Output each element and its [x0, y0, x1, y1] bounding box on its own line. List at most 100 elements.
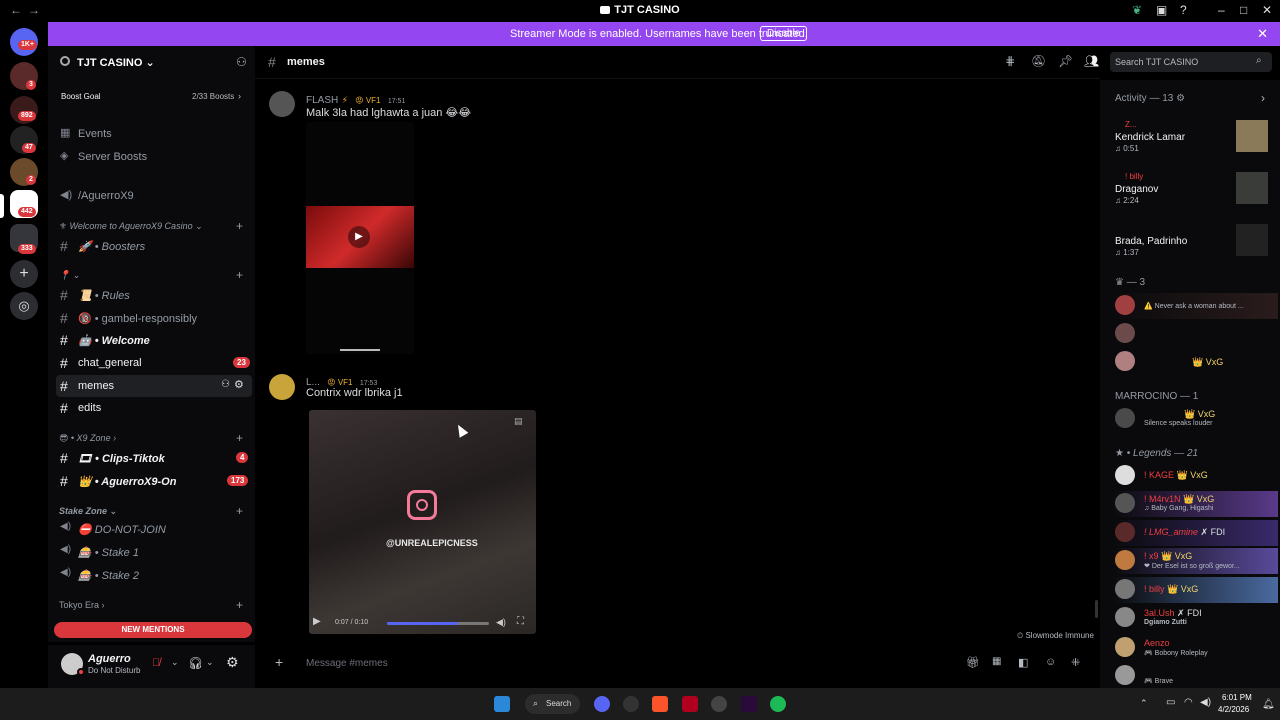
close-window-icon[interactable]: ✕	[1262, 3, 1272, 17]
category-tokyo-era[interactable]: Tokyo Era ›	[59, 600, 105, 610]
inbox-icon[interactable]: ▣	[1156, 3, 1167, 17]
activity-card[interactable]: ! billy Draganov ♫ 2:24	[1115, 170, 1280, 206]
add-attachment-icon[interactable]: +	[275, 654, 283, 670]
video-attachment[interactable]: ▶	[306, 122, 414, 354]
settings-gear-icon[interactable]: ⚙	[226, 654, 239, 671]
discover-icon[interactable]: ◎	[10, 292, 38, 320]
network-icon[interactable]: ▭	[1166, 697, 1175, 708]
member-row[interactable]: 3al.Ush ✗ FDI Dgiamo Zutti	[1112, 605, 1278, 631]
help-icon[interactable]: ?	[1180, 3, 1187, 17]
member-row[interactable]	[1112, 321, 1278, 347]
chevron-right-icon[interactable]: ›	[1261, 91, 1265, 105]
message-scrollbar[interactable]	[1095, 600, 1098, 618]
voice-channel-do-not-join[interactable]: ◀) ⛔ DO-NOT-JOIN	[56, 518, 252, 540]
clock-date[interactable]: 4/2/2026	[1218, 705, 1249, 714]
play-icon[interactable]: ▶	[313, 616, 321, 627]
notification-bell-icon[interactable]: 🔔︎	[1262, 699, 1275, 710]
add-channel-icon[interactable]: +	[236, 504, 243, 518]
member-row[interactable]: ! billy 👑 VxG	[1112, 577, 1278, 603]
category-welcome[interactable]: ⚜ Welcome to AguerroX9 Casino ⌄	[59, 221, 203, 232]
search-bar[interactable]: Search TJT CASINO ⌕	[1110, 52, 1272, 72]
member-row[interactable]: 👑 VxG Silence speaks louder	[1112, 406, 1278, 432]
spotify-icon[interactable]	[770, 696, 786, 712]
channel-rules[interactable]: # 📜 • Rules	[56, 284, 252, 306]
chevron-down-icon[interactable]: ⌄	[206, 657, 214, 668]
sidebar-item-events[interactable]: ▦ Events	[56, 123, 252, 145]
voice-channel-aguerrox9[interactable]: ◀)/AguerroX9	[56, 185, 252, 207]
pin-icon[interactable]: 📌︎	[1058, 54, 1073, 68]
add-channel-icon[interactable]: +	[236, 219, 243, 233]
invite-icon[interactable]: ⚇	[221, 379, 230, 390]
member-row[interactable]: 👑 VxG	[1112, 349, 1278, 375]
avatar[interactable]	[269, 91, 295, 117]
message-input[interactable]: Message #memes	[306, 658, 388, 669]
search-input[interactable]: Search TJT CASINO	[1115, 57, 1198, 67]
add-server-icon[interactable]: +	[10, 260, 38, 288]
play-icon[interactable]: ▶	[348, 226, 370, 248]
headphones-icon[interactable]: 🎧︎	[188, 656, 203, 670]
message-author[interactable]: FLASH	[306, 95, 338, 106]
activity-card[interactable]: Z... Kendrick Lamar ♫ 0:51	[1115, 118, 1280, 154]
boost-goal[interactable]: Boost Goal 2/33 Boosts ›	[56, 86, 248, 110]
gear-icon[interactable]: ⚙	[234, 378, 244, 391]
channel-gambel[interactable]: # 🔞 • gambel-responsibly	[56, 307, 252, 329]
volume-icon[interactable]: ◀)	[1200, 697, 1211, 708]
discord-taskbar-icon[interactable]	[594, 696, 610, 712]
brave-browser-icon[interactable]	[652, 696, 668, 712]
wifi-icon[interactable]: ◠	[1184, 697, 1193, 708]
emoji-icon[interactable]: ☺	[1045, 656, 1056, 668]
sticker-icon[interactable]: ◧	[1018, 656, 1028, 669]
gif-icon[interactable]: ▦	[992, 656, 1001, 667]
close-banner-icon[interactable]: ✕	[1257, 26, 1268, 42]
app-icon[interactable]	[741, 696, 757, 712]
member-row[interactable]: ! x9 👑 VxG ❤ Der Esel ist so groß gewor..…	[1112, 548, 1278, 574]
gift-icon[interactable]: 🎁︎	[966, 656, 980, 669]
member-row[interactable]: ! M4rv1N 👑 VxG ♫ Baby Gang, Higashi	[1112, 491, 1278, 517]
clock-time[interactable]: 6:01 PM	[1222, 693, 1252, 702]
github-icon[interactable]	[623, 696, 639, 712]
category-x9-zone[interactable]: 😎 • X9 Zone ›	[59, 433, 116, 444]
member-row[interactable]: ! LMG_amine ✗ FDI	[1112, 520, 1278, 546]
steam-icon[interactable]	[711, 696, 727, 712]
category-pin[interactable]: 📍 ⌄	[59, 270, 80, 281]
category-stake-zone[interactable]: Stake Zone ⌄	[59, 506, 117, 517]
minimize-icon[interactable]: –	[1218, 3, 1225, 17]
acrobat-icon[interactable]	[682, 696, 698, 712]
chevron-down-icon[interactable]: ⌄	[171, 657, 179, 668]
channel-edits[interactable]: # edits	[56, 397, 252, 419]
activity-card[interactable]: Brada, Padrinho ♫ 1:37	[1115, 222, 1280, 258]
add-channel-icon[interactable]: +	[236, 598, 243, 612]
maximize-icon[interactable]: □	[1240, 3, 1247, 17]
channel-memes[interactable]: # memes ⚇ ⚙	[56, 375, 252, 397]
notification-bell-muted-icon[interactable]: 🔕︎	[1031, 54, 1046, 68]
member-row[interactable]: ! KAGE 👑 VxG	[1112, 463, 1278, 489]
windows-start-icon[interactable]	[494, 696, 510, 712]
voice-channel-stake-1[interactable]: ◀) 🎰 • Stake 1	[56, 541, 252, 563]
sidebar-item-server-boosts[interactable]: ◈ Server Boosts	[56, 146, 252, 168]
member-row[interactable]: ⚠️ Never ask a woman about ...	[1112, 293, 1278, 319]
add-member-icon[interactable]: ⚇	[236, 55, 247, 69]
tray-chevron-icon[interactable]: ⌃	[1140, 698, 1148, 709]
channel-chat-general[interactable]: # chat_general 23	[56, 352, 252, 374]
disable-streamer-button[interactable]: Disable	[760, 26, 808, 41]
member-list-icon[interactable]: 👥︎	[1084, 54, 1099, 68]
voice-channel-stake-2[interactable]: ◀) 🎰 • Stake 2	[56, 564, 252, 586]
channel-boosters[interactable]: # 🚀 • Boosters	[56, 235, 252, 257]
threads-icon[interactable]: ⋕	[1005, 54, 1015, 68]
download-icon[interactable]: ▤	[514, 416, 523, 427]
server-name-header[interactable]: TJT CASINO ⌄	[77, 56, 155, 69]
fullscreen-icon[interactable]: ⛶	[517, 616, 524, 627]
video-player[interactable]: ▤ @UNREALEPICNESS ▶ 0:07 / 0:10 ◀) ⛶	[309, 410, 536, 634]
video-seek-bar[interactable]	[387, 622, 489, 625]
channel-aguerrox9-on[interactable]: # 👑 • AguerroX9-On 173	[56, 470, 252, 492]
taskbar-search[interactable]: ⌕ Search	[525, 694, 580, 714]
nitro-leaf-icon[interactable]: ❦	[1132, 3, 1142, 17]
channel-clips-tiktok[interactable]: # 🎞 • Clips-Tiktok 4	[56, 447, 252, 469]
new-mentions-button[interactable]: NEW MENTIONS	[54, 622, 252, 638]
member-row[interactable]: Aenzo 🎮 Bobony Roleplay	[1112, 635, 1278, 661]
add-channel-icon[interactable]: +	[236, 268, 243, 282]
member-row[interactable]: 🎮 Brave	[1112, 663, 1278, 689]
avatar[interactable]	[269, 374, 295, 400]
channel-welcome[interactable]: # 🤖 • Welcome	[56, 329, 252, 351]
volume-icon[interactable]: ◀)	[496, 617, 506, 628]
